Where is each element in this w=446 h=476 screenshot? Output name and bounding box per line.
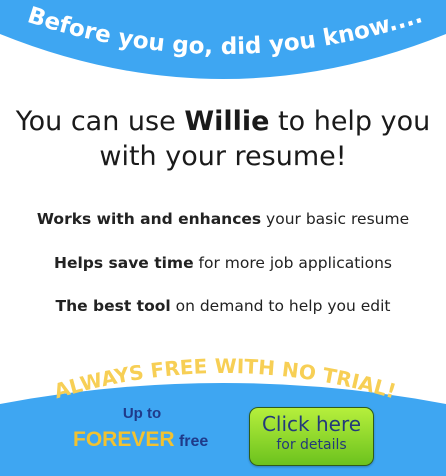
promo-arc-text: ALWAYS FREE WITH NO TRIAL! — [51, 354, 399, 403]
feature-bold: Helps save time — [54, 254, 194, 272]
up-to-label: Up to — [122, 405, 162, 422]
free-text: free — [178, 433, 209, 450]
feature-item: Helps save time for more job application… — [0, 254, 446, 272]
headline: You can use Willie to help you with your… — [0, 104, 446, 174]
headline-suffix: to help you — [269, 106, 431, 137]
forever-text: FOREVER — [73, 428, 175, 451]
feature-bold: The best tool — [55, 297, 171, 315]
headline-line2: with your resume! — [99, 141, 347, 172]
promo-arc: ALWAYS FREE WITH NO TRIAL! — [51, 354, 399, 403]
product-name: Willie — [184, 106, 270, 137]
top-banner: Before you go, did you know.... — [0, 0, 446, 79]
feature-text: your basic resume — [261, 210, 410, 228]
headline-prefix: You can use — [15, 106, 185, 137]
click-here-button[interactable]: Click here for details — [249, 407, 374, 466]
feature-text: for more job applications — [193, 254, 392, 272]
feature-item: Works with and enhances your basic resum… — [0, 210, 446, 228]
cta-label-sub: for details — [276, 437, 347, 453]
feature-bold: Works with and enhances — [36, 210, 262, 228]
feature-text: on demand to help you edit — [170, 297, 391, 315]
cta-label-main: Click here — [261, 412, 362, 436]
svg-text:ALWAYS FREE WITH NO TRIAL!: ALWAYS FREE WITH NO TRIAL! — [51, 354, 399, 403]
forever-free-label: FOREVER free — [73, 428, 208, 452]
feature-item: The best tool on demand to help you edit — [0, 297, 446, 315]
